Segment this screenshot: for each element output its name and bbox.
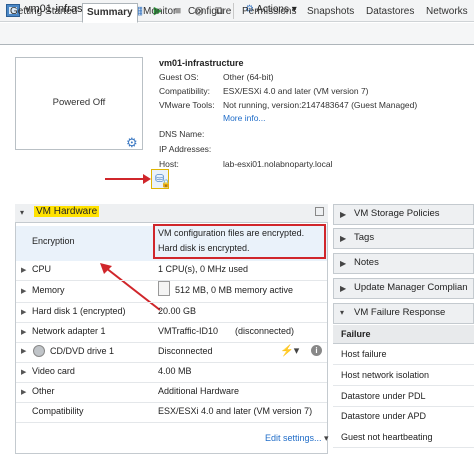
guest-os-label: Guest OS: xyxy=(159,72,199,82)
dns-name-label: DNS Name: xyxy=(159,129,205,139)
video-card-value: 4.00 MB xyxy=(158,366,192,376)
cd-dvd-icon xyxy=(33,345,45,357)
chevron-right-icon[interactable]: ▶ xyxy=(21,368,26,376)
update-manager-title: Update Manager Complian xyxy=(354,282,468,293)
minimize-icon[interactable] xyxy=(315,207,324,216)
hw-compatibility-label: Compatibility xyxy=(32,406,84,416)
network-status: (disconnected) xyxy=(235,326,295,336)
compatibility-label: Compatibility: xyxy=(159,86,211,96)
memory-label: Memory xyxy=(32,285,65,295)
storage-policies-title: VM Storage Policies xyxy=(354,208,440,219)
other-value: Additional Hardware xyxy=(158,386,240,396)
ip-addresses-label: IP Addresses: xyxy=(159,144,212,154)
network-link[interactable]: VMTraffic-ID10 xyxy=(158,326,218,336)
chevron-down-icon[interactable]: ▾ xyxy=(340,308,344,317)
chevron-right-icon[interactable]: ▶ xyxy=(340,259,346,268)
failure-item: Host failure xyxy=(341,349,387,359)
vmware-tools-label: VMware Tools: xyxy=(159,100,215,110)
hw-compatibility-value: ESX/ESXi 4.0 and later (VM version 7) xyxy=(158,406,313,416)
tab-datastores[interactable]: Datastores xyxy=(362,3,418,22)
annotation-box xyxy=(153,224,326,259)
tags-title: Tags xyxy=(354,232,375,243)
memory-icon xyxy=(158,281,170,296)
tab-configure[interactable]: Configure xyxy=(184,3,235,22)
vm-name: vm01-infrastructure xyxy=(159,58,244,68)
edit-settings-label: Edit settings... xyxy=(265,433,322,443)
memory-value: 512 MB, 0 MB memory active xyxy=(175,285,294,295)
chevron-right-icon[interactable]: ▶ xyxy=(340,284,346,293)
vm-hardware-title: VM Hardware xyxy=(34,206,100,217)
other-label: Other xyxy=(32,386,55,396)
chevron-right-icon[interactable]: ▶ xyxy=(21,388,26,396)
failure-response-title: VM Failure Response xyxy=(354,307,446,318)
cpu-value: 1 CPU(s), 0 MHz used xyxy=(158,264,249,274)
more-info-link[interactable]: More info... xyxy=(223,113,266,123)
host-label: Host: xyxy=(159,159,179,169)
chevron-right-icon[interactable]: ▶ xyxy=(21,308,26,316)
guest-os-value: Other (64-bit) xyxy=(223,72,274,82)
chevron-down-icon[interactable]: ▾ xyxy=(20,208,24,217)
info-icon[interactable]: i xyxy=(311,345,322,356)
failure-header-label: Failure xyxy=(341,329,371,339)
failure-item: Datastore under APD xyxy=(341,411,427,421)
tab-monitor[interactable]: Monitor xyxy=(139,3,180,22)
chevron-right-icon[interactable]: ▶ xyxy=(340,210,346,219)
tab-permissions[interactable]: Permissions xyxy=(238,3,300,22)
hard-disk-label: Hard disk 1 (encrypted) xyxy=(32,306,126,316)
cpu-label: CPU xyxy=(32,264,52,274)
chevron-down-icon: ▾ xyxy=(324,433,329,443)
chevron-right-icon[interactable]: ▶ xyxy=(340,234,346,243)
notes-title: Notes xyxy=(354,257,379,268)
tab-networks[interactable]: Networks xyxy=(422,3,472,22)
encryption-lock-icon: ⛁ 🔒 xyxy=(151,169,171,189)
power-state-label: Powered Off xyxy=(52,97,106,108)
chevron-right-icon[interactable]: ▶ xyxy=(21,347,26,355)
chevron-right-icon[interactable]: ▶ xyxy=(21,328,26,336)
annotation-arrow xyxy=(105,174,151,184)
cd-dvd-value: Disconnected xyxy=(158,346,213,356)
cd-dvd-label: CD/DVD drive 1 xyxy=(50,346,115,356)
connect-device-icon[interactable]: ⚡▾ xyxy=(280,344,299,357)
failure-item: Host network isolation xyxy=(341,370,430,380)
tab-getting-started[interactable]: Getting Started xyxy=(6,3,81,22)
tab-bar xyxy=(0,23,474,45)
vmware-tools-value: Not running, version:2147483647 (Guest M… xyxy=(223,100,418,110)
chevron-right-icon[interactable]: ▶ xyxy=(21,287,26,295)
chevron-right-icon[interactable]: ▶ xyxy=(21,266,26,274)
failure-item: Guest not heartbeating xyxy=(341,432,433,442)
tab-summary[interactable]: Summary xyxy=(82,3,138,23)
encryption-label: Encryption xyxy=(32,236,75,246)
edit-settings-link[interactable]: Edit settings... ▾ xyxy=(265,433,329,444)
hard-disk-value: 20.00 GB xyxy=(158,306,197,316)
compatibility-value: ESX/ESXi 4.0 and later (VM version 7) xyxy=(223,86,369,96)
host-value: lab-esxi01.nolabnoparty.local xyxy=(223,159,333,169)
video-card-label: Video card xyxy=(32,366,75,376)
gear-icon[interactable]: ⚙ xyxy=(126,135,138,151)
network-adapter-label: Network adapter 1 xyxy=(32,326,106,336)
failure-item: Datastore under PDL xyxy=(341,391,426,401)
tab-snapshots[interactable]: Snapshots xyxy=(303,3,358,22)
